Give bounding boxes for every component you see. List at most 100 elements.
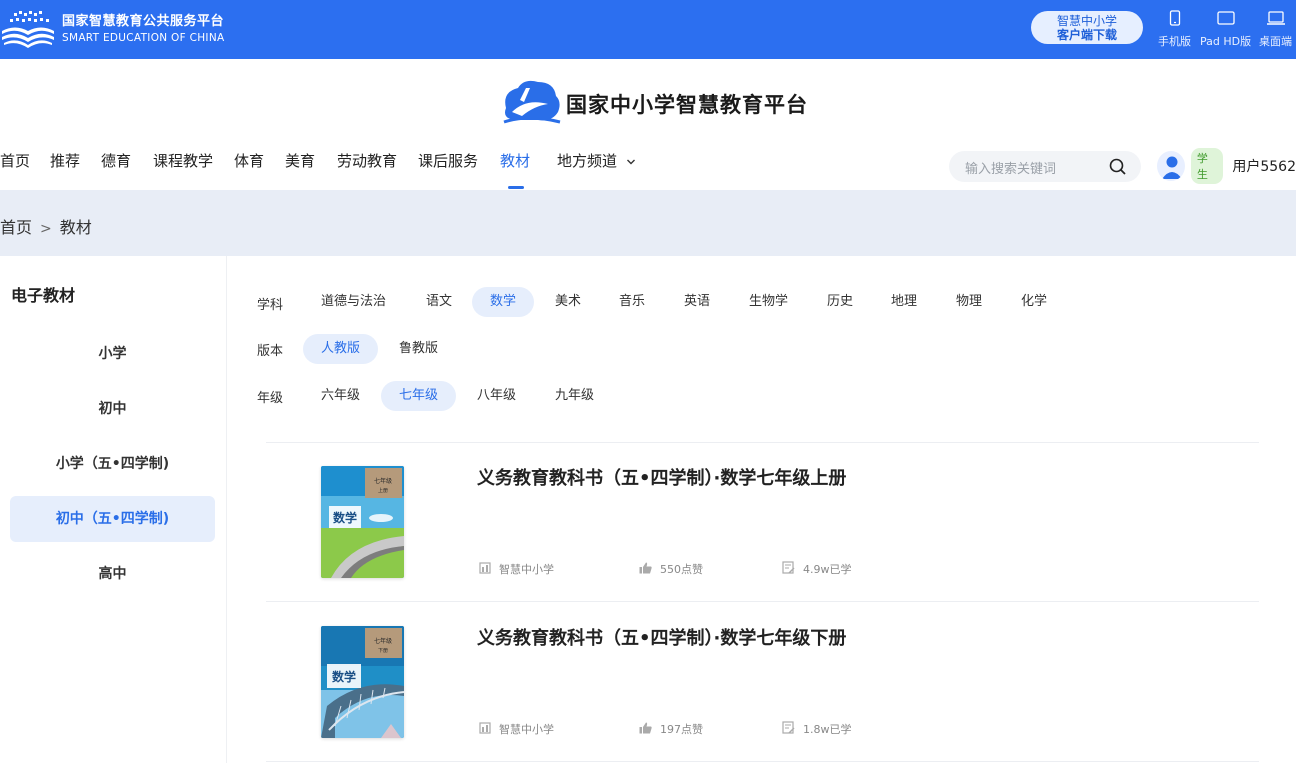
client-download-button[interactable]: 智慧中小学 客户端下载 bbox=[1031, 11, 1143, 44]
nav-sports[interactable]: 体育 bbox=[234, 150, 264, 171]
grade-chip-7[interactable]: 七年级 bbox=[381, 381, 457, 411]
user-name: 用户5562 bbox=[1232, 159, 1296, 175]
nav-local-channel-label: 地方频道 bbox=[557, 152, 618, 170]
learned-count: 4.9w已学 bbox=[803, 563, 852, 576]
book-title[interactable]: 义务教育教科书（五•四学制）·数学七年级上册 bbox=[477, 464, 846, 490]
breadcrumb-band bbox=[0, 190, 1296, 256]
subject-chip-art[interactable]: 美术 bbox=[537, 287, 599, 317]
subject-chip-math[interactable]: 数学 bbox=[472, 287, 535, 317]
publisher-icon bbox=[479, 721, 499, 737]
grade-chip-8[interactable]: 八年级 bbox=[459, 381, 534, 411]
breadcrumb-current: 教材 bbox=[59, 218, 92, 237]
nav-moral[interactable]: 德育 bbox=[101, 150, 131, 171]
brand-logo-icon bbox=[0, 9, 56, 49]
learned-count: 1.8w已学 bbox=[803, 723, 852, 736]
list-item[interactable]: 数学 七年级 下册 义务教育教科书（五•四学制）·数学七年级下册 智慧中小学 1… bbox=[266, 603, 1259, 762]
publisher-name: 智慧中小学 bbox=[499, 563, 554, 576]
grade-chip-9[interactable]: 九年级 bbox=[537, 381, 612, 411]
sidebar-title: 电子教材 bbox=[11, 286, 76, 305]
sidebar-item-senior[interactable]: 高中 bbox=[10, 551, 215, 597]
subject-filter-label: 学科 bbox=[257, 298, 284, 313]
subject-chip-history[interactable]: 历史 bbox=[809, 287, 871, 317]
tablet-icon bbox=[1200, 10, 1251, 29]
book-publisher: 智慧中小学 bbox=[479, 561, 554, 577]
brand-name-en: SMART EDUCATION OF CHINA bbox=[62, 31, 225, 44]
device-phone-label: 手机版 bbox=[1158, 35, 1191, 48]
subject-chip-morality[interactable]: 道德与法治 bbox=[303, 287, 404, 317]
book-likes: 550点赞 bbox=[639, 561, 703, 577]
cover-title: 数学 bbox=[333, 510, 357, 525]
brand-name-cn: 国家智慧教育公共服务平台 bbox=[62, 13, 225, 29]
user-menu[interactable]: 学生 用户5562 bbox=[1157, 148, 1296, 184]
brand[interactable]: 国家智慧教育公共服务平台 SMART EDUCATION OF CHINA bbox=[0, 7, 224, 51]
sidebar-item-junior[interactable]: 初中 bbox=[10, 386, 215, 432]
edition-filter-label: 版本 bbox=[257, 344, 284, 359]
publisher-icon bbox=[479, 561, 499, 577]
book-learned: 4.9w已学 bbox=[782, 561, 852, 577]
nav-home[interactable]: 首页 bbox=[0, 150, 30, 171]
nav-local-channel[interactable]: 地方频道 bbox=[557, 150, 636, 171]
breadcrumb-home[interactable]: 首页 bbox=[0, 218, 32, 237]
cover-grade: 七年级 bbox=[374, 477, 392, 485]
nav-after-school[interactable]: 课后服务 bbox=[418, 150, 478, 171]
nav-textbooks[interactable]: 教材 bbox=[500, 150, 530, 171]
sidebar-item-primary[interactable]: 小学 bbox=[10, 331, 215, 377]
sidebar-item-primary-54[interactable]: 小学（五•四学制) bbox=[10, 441, 215, 487]
device-desktop-label: 桌面端 bbox=[1259, 35, 1292, 48]
nav-courses[interactable]: 课程教学 bbox=[153, 150, 213, 171]
thumbs-up-icon bbox=[639, 562, 660, 577]
search-box[interactable]: 输入搜索关键词 bbox=[949, 151, 1141, 182]
edition-chip-pep[interactable]: 人教版 bbox=[303, 334, 379, 364]
search-input[interactable]: 输入搜索关键词 bbox=[965, 158, 1056, 177]
subject-chip-music[interactable]: 音乐 bbox=[601, 287, 663, 317]
grade-chip-6[interactable]: 六年级 bbox=[303, 381, 378, 411]
study-record-icon bbox=[782, 721, 803, 737]
likes-count: 197点赞 bbox=[660, 723, 703, 736]
subject-chip-english[interactable]: 英语 bbox=[666, 287, 728, 317]
breadcrumb: 首页 > 教材 bbox=[0, 214, 92, 238]
subject-chip-chemistry[interactable]: 化学 bbox=[1003, 287, 1065, 317]
publisher-name: 智慧中小学 bbox=[499, 723, 554, 736]
subject-chip-geography[interactable]: 地理 bbox=[873, 287, 935, 317]
subject-chip-chinese[interactable]: 语文 bbox=[408, 287, 470, 317]
book-cover-image: 数学 七年级 上册 bbox=[321, 466, 404, 578]
nav-recommend[interactable]: 推荐 bbox=[50, 150, 80, 171]
sidebar-item-junior-54[interactable]: 初中（五•四学制) bbox=[10, 496, 215, 542]
cover-volume: 下册 bbox=[378, 648, 388, 654]
site-logo-icon bbox=[498, 78, 562, 130]
list-item[interactable]: 数学 七年级 上册 义务教育教科书（五•四学制）·数学七年级上册 智慧中小学 5… bbox=[266, 443, 1259, 602]
list-divider bbox=[266, 761, 1259, 762]
download-line-1: 智慧中小学 bbox=[1056, 13, 1117, 28]
download-line-2: 客户端下载 bbox=[1056, 27, 1117, 42]
likes-count: 550点赞 bbox=[660, 563, 703, 576]
book-publisher: 智慧中小学 bbox=[479, 721, 554, 737]
device-desktop-link[interactable]: 桌面端 bbox=[1259, 10, 1292, 49]
avatar bbox=[1157, 151, 1185, 181]
role-badge: 学生 bbox=[1190, 148, 1224, 184]
device-tablet-link[interactable]: Pad HD版 bbox=[1200, 10, 1251, 49]
subject-chip-physics[interactable]: 物理 bbox=[938, 287, 1000, 317]
edition-chip-lujiao[interactable]: 鲁教版 bbox=[381, 334, 456, 364]
laptop-icon bbox=[1259, 10, 1292, 29]
book-cover-image: 数学 七年级 下册 bbox=[321, 626, 404, 738]
grade-filter-label: 年级 bbox=[257, 391, 284, 406]
nav-labor[interactable]: 劳动教育 bbox=[337, 150, 397, 171]
device-phone-link[interactable]: 手机版 bbox=[1158, 10, 1191, 49]
device-tablet-label: Pad HD版 bbox=[1200, 35, 1252, 48]
subject-chip-biology[interactable]: 生物学 bbox=[731, 287, 806, 317]
nav-arts[interactable]: 美育 bbox=[285, 150, 315, 171]
thumbs-up-icon bbox=[639, 722, 660, 737]
study-record-icon bbox=[782, 561, 803, 577]
search-icon[interactable] bbox=[1109, 158, 1127, 180]
site-logo[interactable]: 国家中小学智慧教育平台 bbox=[498, 80, 808, 128]
chevron-down-icon bbox=[626, 152, 636, 170]
book-likes: 197点赞 bbox=[639, 721, 703, 737]
book-learned: 1.8w已学 bbox=[782, 721, 852, 737]
nav-active-indicator bbox=[508, 186, 524, 189]
site-title: 国家中小学智慧教育平台 bbox=[566, 92, 808, 117]
book-title[interactable]: 义务教育教科书（五•四学制）·数学七年级下册 bbox=[477, 624, 846, 650]
cover-volume: 上册 bbox=[378, 487, 388, 494]
cover-grade: 七年级 bbox=[374, 637, 392, 645]
phone-icon bbox=[1158, 10, 1191, 29]
list-divider bbox=[266, 601, 1259, 602]
